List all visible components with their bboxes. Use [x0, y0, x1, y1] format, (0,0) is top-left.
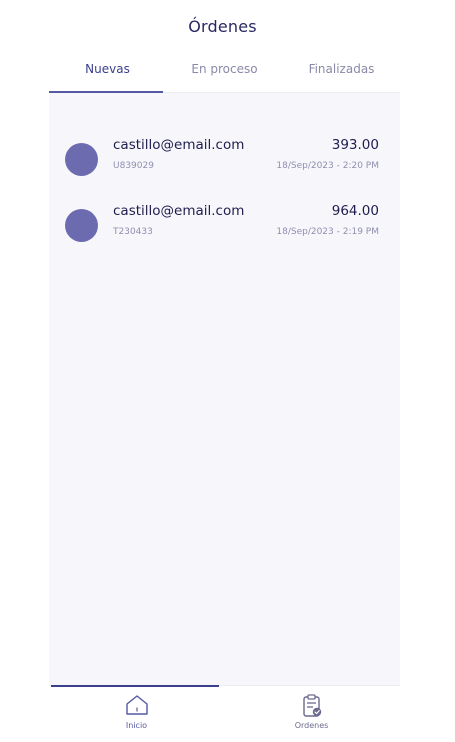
orders-list: castillo@email.com U839029 393.00 18/Sep…: [49, 93, 400, 685]
nav-item-inicio[interactable]: Inicio: [49, 686, 224, 742]
order-code: U839029: [113, 161, 154, 171]
order-email: castillo@email.com: [113, 137, 245, 153]
avatar: [65, 143, 98, 176]
bottom-nav: Inicio Ordenes: [49, 685, 400, 742]
order-item[interactable]: castillo@email.com T230433 964.00 18/Sep…: [49, 197, 400, 247]
tab-en-proceso[interactable]: En proceso: [166, 56, 283, 92]
tab-bar: Nuevas En proceso Finalizadas: [49, 56, 400, 93]
nav-label-ordenes: Ordenes: [294, 721, 329, 730]
order-code: T230433: [113, 227, 153, 237]
avatar: [65, 209, 98, 242]
tab-finalizadas[interactable]: Finalizadas: [283, 56, 400, 92]
order-date: 18/Sep/2023 - 2:20 PM: [276, 161, 379, 171]
nav-label-inicio: Inicio: [125, 721, 148, 730]
page-title: Órdenes: [188, 17, 257, 36]
home-icon: [125, 694, 149, 720]
order-amount: 393.00: [331, 137, 379, 153]
order-item[interactable]: castillo@email.com U839029 393.00 18/Sep…: [49, 131, 400, 181]
nav-item-ordenes[interactable]: Ordenes: [224, 686, 399, 742]
order-amount: 964.00: [331, 203, 379, 219]
clipboard-check-icon: [301, 694, 323, 722]
order-date: 18/Sep/2023 - 2:19 PM: [276, 227, 379, 237]
tab-nuevas[interactable]: Nuevas: [49, 56, 166, 93]
order-email: castillo@email.com: [113, 203, 245, 219]
